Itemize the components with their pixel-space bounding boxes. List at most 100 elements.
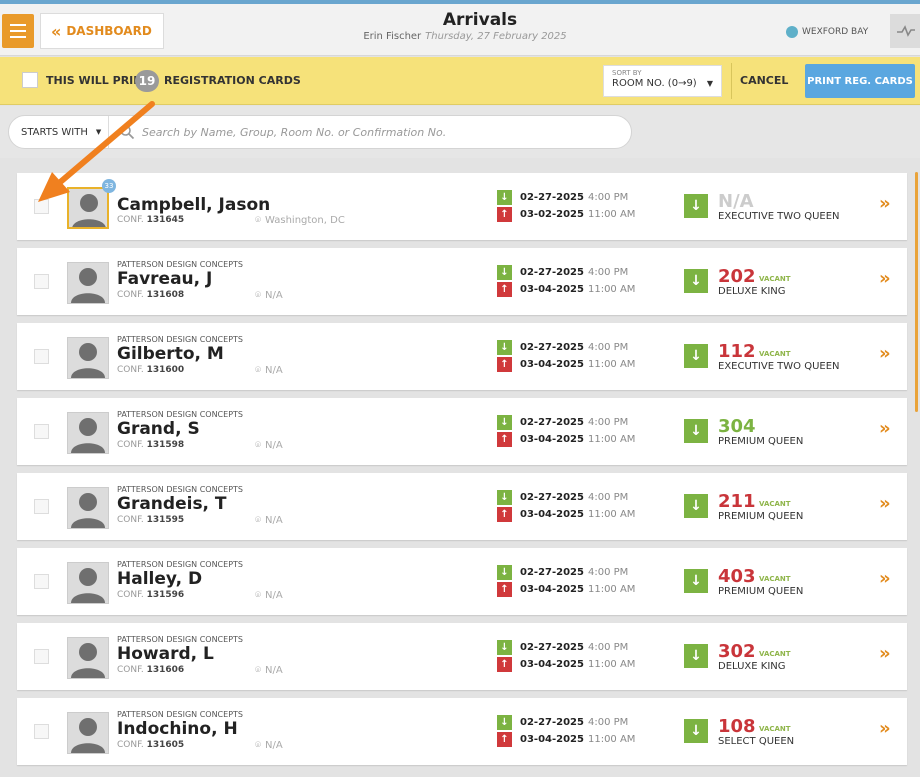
departure-arrow-icon: ↑ bbox=[497, 357, 512, 372]
arrival-arrow-icon: ↓ bbox=[497, 640, 512, 655]
row-checkbox[interactable] bbox=[34, 274, 49, 289]
stay-dates: ↓ 02-27-2025 4:00 PM ↑ 03-04-2025 11:00 AM bbox=[497, 339, 635, 373]
person-silhouette-icon bbox=[71, 418, 105, 453]
row-checkbox[interactable] bbox=[34, 649, 49, 664]
company-name: PATTERSON DESIGN CONCEPTS bbox=[117, 710, 243, 719]
guest-location: ⌾ N/A bbox=[255, 290, 283, 301]
room-arrow-icon: ↓ bbox=[684, 719, 708, 743]
room-arrow-icon: ↓ bbox=[684, 494, 708, 518]
departure-arrow-icon: ↑ bbox=[497, 282, 512, 297]
reservation-row[interactable]: PATTERSON DESIGN CONCEPTS Grandeis, T CO… bbox=[17, 473, 907, 540]
reservation-row[interactable]: PATTERSON DESIGN CONCEPTS Favreau, J CON… bbox=[17, 248, 907, 315]
row-checkbox[interactable] bbox=[34, 574, 49, 589]
open-reservation-icon[interactable]: » bbox=[879, 568, 891, 589]
arrival-arrow-icon: ↓ bbox=[497, 565, 512, 580]
room-arrow-icon: ↓ bbox=[684, 644, 708, 668]
pulse-line-icon bbox=[897, 25, 915, 37]
map-pin-icon: ⌾ bbox=[255, 740, 261, 751]
room-number: 403 bbox=[718, 566, 756, 587]
map-pin-icon: ⌾ bbox=[255, 215, 261, 226]
activity-graph-button[interactable] bbox=[890, 14, 920, 48]
guest-avatar bbox=[67, 187, 109, 229]
reservation-row[interactable]: PATTERSON DESIGN CONCEPTS Gilberto, M CO… bbox=[17, 323, 907, 390]
sort-by-label: SORT BY bbox=[612, 69, 642, 77]
reservation-row[interactable]: PATTERSON DESIGN CONCEPTS Halley, D CONF… bbox=[17, 548, 907, 615]
top-bar: « DASHBOARD Arrivals Erin Fischer Thursda… bbox=[0, 4, 920, 56]
divider bbox=[731, 63, 732, 99]
row-checkbox[interactable] bbox=[34, 724, 49, 739]
open-reservation-icon[interactable]: » bbox=[879, 643, 891, 664]
search-input[interactable] bbox=[142, 123, 612, 141]
reservation-row[interactable]: 33 Campbell, Jason CONF. 131645 ⌾ Washing… bbox=[17, 173, 907, 240]
open-reservation-icon[interactable]: » bbox=[879, 268, 891, 289]
reservation-row[interactable]: PATTERSON DESIGN CONCEPTS Indochino, H C… bbox=[17, 698, 907, 765]
room-number: N/A bbox=[718, 191, 754, 212]
guest-avatar bbox=[67, 712, 109, 754]
search-icon bbox=[120, 125, 135, 140]
sort-by-value: ROOM NO. (0→9) bbox=[612, 78, 697, 89]
open-reservation-icon[interactable]: » bbox=[879, 343, 891, 364]
person-silhouette-icon bbox=[71, 718, 105, 753]
page-title: Arrivals bbox=[442, 10, 518, 30]
select-all-checkbox[interactable] bbox=[22, 72, 38, 88]
reservation-row[interactable]: PATTERSON DESIGN CONCEPTS Grand, S CONF.… bbox=[17, 398, 907, 465]
room-type: DELUXE KING bbox=[718, 661, 786, 672]
open-reservation-icon[interactable]: » bbox=[879, 418, 891, 439]
brand-name: WEXFORD BAY bbox=[802, 27, 869, 37]
person-silhouette-icon bbox=[72, 194, 106, 227]
sort-by-select[interactable]: SORT BY ROOM NO. (0→9) ▼ bbox=[603, 65, 722, 97]
open-reservation-icon[interactable]: » bbox=[879, 718, 891, 739]
map-pin-icon: ⌾ bbox=[255, 440, 261, 451]
room-number: 108 bbox=[718, 716, 756, 737]
search-bar: STARTS WITH ▼ bbox=[0, 106, 920, 158]
dashboard-back-button[interactable]: « DASHBOARD bbox=[40, 13, 164, 49]
stay-dates: ↓ 02-27-2025 4:00 PM ↑ 03-04-2025 11:00 AM bbox=[497, 489, 635, 523]
row-checkbox[interactable] bbox=[34, 199, 49, 214]
person-silhouette-icon bbox=[71, 643, 105, 678]
starts-with-label: STARTS WITH bbox=[21, 126, 88, 138]
guest-location: ⌾ Washington, DC bbox=[255, 215, 345, 226]
stay-dates: ↓ 02-27-2025 4:00 PM ↑ 03-02-2025 11:00 AM bbox=[497, 189, 635, 223]
caret-down-icon: ▼ bbox=[95, 128, 102, 136]
room-type: EXECUTIVE TWO QUEEN bbox=[718, 211, 840, 222]
guest-avatar bbox=[67, 262, 109, 304]
row-checkbox[interactable] bbox=[34, 349, 49, 364]
departure-arrow-icon: ↑ bbox=[497, 657, 512, 672]
print-count-badge: 19 bbox=[135, 70, 159, 92]
row-checkbox[interactable] bbox=[34, 424, 49, 439]
starts-with-dropdown[interactable]: STARTS WITH ▼ bbox=[9, 116, 109, 148]
current-date: Thursday, 27 February 2025 bbox=[425, 31, 567, 42]
open-reservation-icon[interactable]: » bbox=[879, 193, 891, 214]
room-type: SELECT QUEEN bbox=[718, 736, 795, 747]
room-type: PREMIUM QUEEN bbox=[718, 586, 804, 597]
guest-avatar bbox=[67, 487, 109, 529]
departure-arrow-icon: ↑ bbox=[497, 732, 512, 747]
hamburger-menu-button[interactable] bbox=[2, 14, 34, 48]
guest-name: Campbell, Jason bbox=[117, 195, 271, 215]
row-checkbox[interactable] bbox=[34, 499, 49, 514]
stay-dates: ↓ 02-27-2025 4:00 PM ↑ 03-04-2025 11:00 AM bbox=[497, 564, 635, 598]
page-subtitle: Erin Fischer Thursday, 27 February 2025 bbox=[300, 31, 630, 42]
guest-name: Indochino, H bbox=[117, 719, 238, 739]
guest-location: ⌾ N/A bbox=[255, 590, 283, 601]
guest-avatar bbox=[67, 562, 109, 604]
company-name: PATTERSON DESIGN CONCEPTS bbox=[117, 410, 243, 419]
cancel-button[interactable]: CANCEL bbox=[740, 74, 788, 87]
company-name: PATTERSON DESIGN CONCEPTS bbox=[117, 560, 243, 569]
arrivals-list: 33 Campbell, Jason CONF. 131645 ⌾ Washing… bbox=[0, 162, 920, 777]
reservation-row[interactable]: PATTERSON DESIGN CONCEPTS Howard, L CONF… bbox=[17, 623, 907, 690]
guest-name: Grand, S bbox=[117, 419, 200, 439]
scrollbar[interactable] bbox=[915, 172, 918, 412]
guest-location: ⌾ N/A bbox=[255, 515, 283, 526]
stay-dates: ↓ 02-27-2025 4:00 PM ↑ 03-04-2025 11:00 AM bbox=[497, 264, 635, 298]
confirmation-number: CONF. 131605 bbox=[117, 740, 185, 750]
print-reg-cards-button[interactable]: PRINT REG. CARDS bbox=[805, 64, 915, 98]
confirmation-number: CONF. 131600 bbox=[117, 365, 185, 375]
caret-down-icon: ▼ bbox=[706, 79, 713, 88]
room-number: 304 bbox=[718, 416, 756, 437]
map-pin-icon: ⌾ bbox=[255, 590, 261, 601]
double-chevron-left-icon: « bbox=[51, 21, 61, 41]
open-reservation-icon[interactable]: » bbox=[879, 493, 891, 514]
map-pin-icon: ⌾ bbox=[255, 365, 261, 376]
menu-line-icon bbox=[10, 30, 26, 32]
